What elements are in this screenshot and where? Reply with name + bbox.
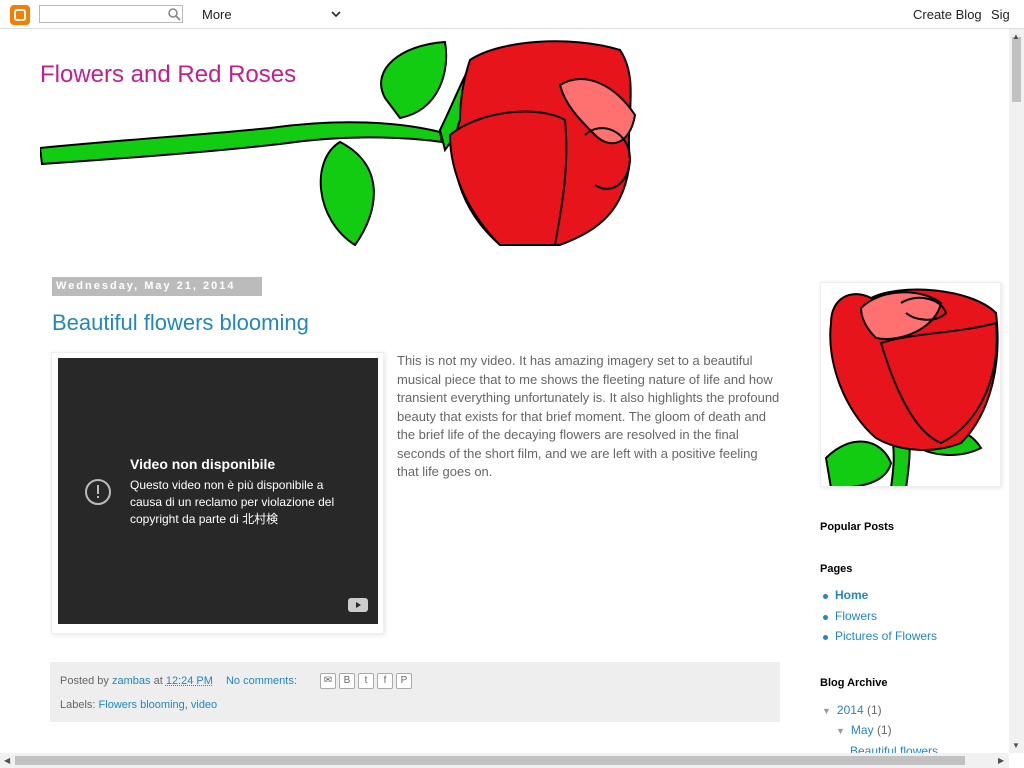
scroll-up-arrow-icon[interactable]: ▲	[1012, 32, 1020, 41]
search-icon[interactable]	[167, 7, 181, 21]
archive-year-link[interactable]: 2014	[837, 703, 864, 717]
triangle-down-icon[interactable]: ▼	[822, 706, 831, 716]
alert-icon	[85, 479, 111, 505]
pinterest-icon[interactable]: P	[396, 673, 412, 689]
post-time-link[interactable]: 12:24 PM	[166, 675, 213, 687]
page-link-home[interactable]: Home	[820, 588, 937, 609]
archive-post-link[interactable]: Beautiful flowers	[850, 744, 938, 753]
archive-month-count: (1)	[876, 723, 892, 737]
date-header: Wednesday, May 21, 2014	[52, 277, 262, 296]
more-menu-label[interactable]: More	[202, 7, 232, 22]
pages-list: Home Flowers Pictures of Flowers	[820, 588, 937, 650]
video-unavailable-message: Questo video non è più disponibile a cau…	[130, 478, 335, 526]
twitter-icon[interactable]: t	[358, 673, 374, 689]
at-label: at	[153, 675, 163, 687]
page-link-flowers[interactable]: Flowers	[820, 609, 937, 630]
blogger-navbar: More Create Blog Sign In	[0, 0, 1024, 29]
email-icon[interactable]: ✉	[320, 673, 336, 689]
sidebar-rose-image[interactable]	[820, 282, 1001, 487]
scroll-down-arrow-icon[interactable]: ▼	[1012, 741, 1020, 750]
blog-archive-heading: Blog Archive	[820, 677, 888, 689]
post-body: This is not my video. It has amazing ima…	[397, 353, 780, 479]
archive-month-link[interactable]: May	[851, 723, 874, 737]
vertical-scrollbar[interactable]	[1009, 29, 1024, 753]
comments-link[interactable]: No comments:	[226, 675, 297, 687]
chevron-down-icon[interactable]	[330, 8, 342, 20]
sign-in-link[interactable]: Sign In	[991, 7, 1009, 22]
post-footer: Posted by zambas at 12:24 PM No comments…	[50, 662, 780, 722]
posted-by-label: Posted by	[60, 675, 109, 687]
blogger-icon[interactable]: B	[339, 673, 355, 689]
vertical-scroll-thumb[interactable]	[1012, 37, 1021, 102]
facebook-icon[interactable]: f	[377, 673, 393, 689]
popular-posts-heading: Popular Posts	[820, 521, 894, 533]
create-blog-link[interactable]: Create Blog	[913, 7, 982, 22]
label-link[interactable]: Flowers blooming	[99, 699, 185, 711]
archive-month-row[interactable]: ▼ May (1)	[836, 723, 892, 737]
scroll-left-arrow-icon[interactable]: ◀	[4, 756, 10, 765]
blog-title[interactable]: Flowers and Red Roses	[40, 61, 296, 89]
pages-heading: Pages	[820, 563, 853, 575]
label-link[interactable]: video	[191, 699, 217, 711]
triangle-down-icon[interactable]: ▼	[836, 726, 845, 736]
video-unavailable-title: Video non disponibile	[130, 456, 276, 472]
post-title[interactable]: Beautiful flowers blooming	[52, 310, 309, 336]
video-player[interactable]: Video non disponibile Questo video non è…	[58, 358, 378, 624]
page-link-pictures[interactable]: Pictures of Flowers	[820, 629, 937, 650]
archive-year-row[interactable]: ▼ 2014 (1)	[822, 703, 882, 717]
blogger-icon[interactable]	[10, 5, 30, 25]
search-input[interactable]	[39, 5, 183, 23]
scroll-right-arrow-icon[interactable]: ▶	[998, 756, 1004, 765]
archive-year-count: (1)	[866, 703, 882, 717]
archive-post-row[interactable]: Beautiful flowers	[850, 744, 938, 753]
horizontal-scroll-thumb[interactable]	[15, 756, 965, 765]
youtube-icon[interactable]	[348, 598, 368, 612]
labels-label: Labels:	[60, 699, 96, 711]
author-link[interactable]: zambas	[112, 675, 151, 687]
